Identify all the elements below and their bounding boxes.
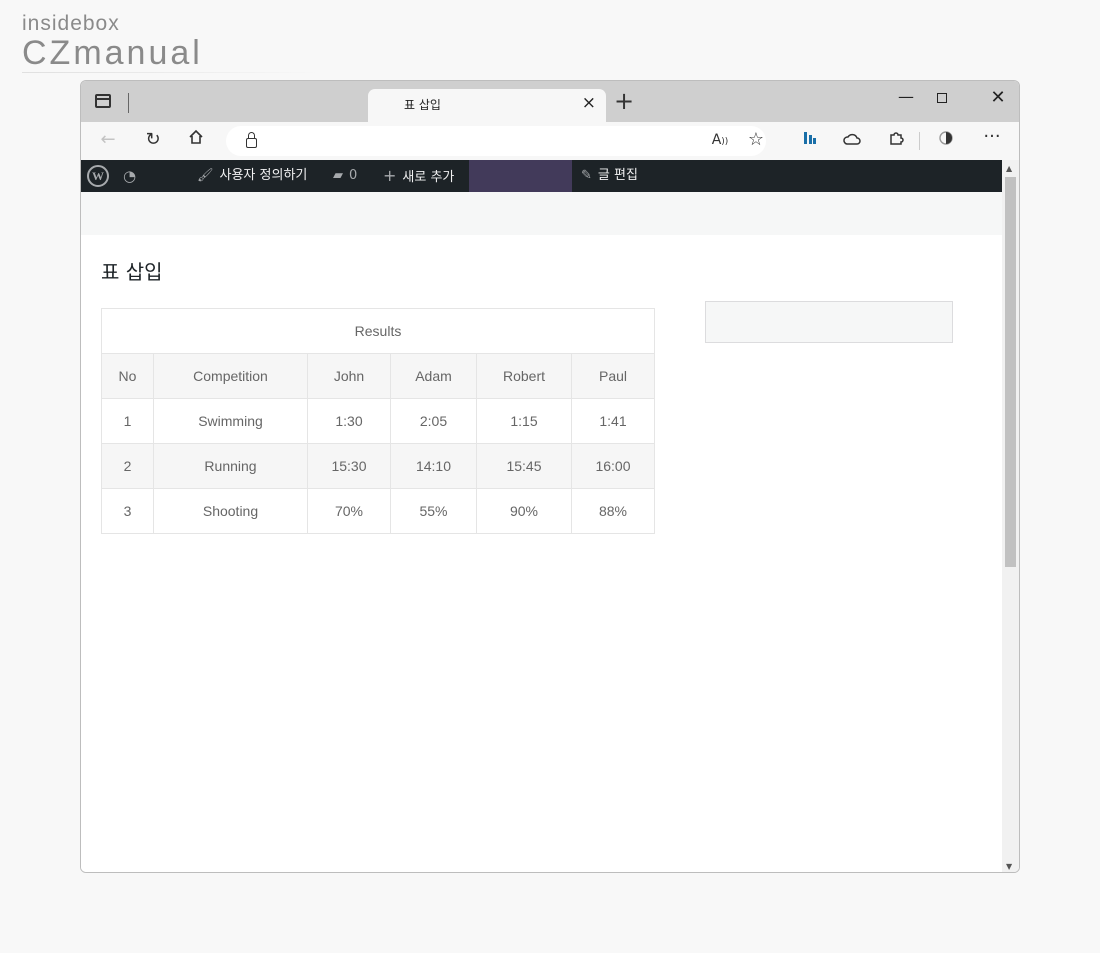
table-cell: 55% (390, 488, 477, 534)
browser-essentials-icon[interactable] (934, 130, 958, 151)
tab-title: 표 삽입 (404, 98, 441, 112)
site-logo: insidebox CZmanual (22, 12, 203, 70)
back-icon[interactable]: ← (96, 129, 120, 150)
more-menu-icon[interactable]: ··· (980, 126, 1004, 147)
table-cell: Shooting (153, 488, 308, 534)
scroll-thumb[interactable] (1005, 177, 1016, 567)
table-cell: 16:00 (571, 443, 655, 489)
table-cell: 1 (101, 398, 154, 444)
table-cell: 3 (101, 488, 154, 534)
plus-icon: + (383, 166, 397, 185)
new-content-label: 새로 추가 (402, 170, 455, 185)
extensions-icon[interactable] (884, 130, 908, 151)
maximize-icon[interactable] (937, 93, 947, 103)
table-header-cell: John (307, 353, 391, 399)
brush-icon: 🖌 (197, 168, 214, 183)
minimize-icon[interactable]: — (891, 87, 921, 106)
customize-button[interactable]: 🖌 사용자 정의하기 (197, 160, 307, 192)
comments-button[interactable]: ▰ 0 (333, 160, 357, 192)
dashboard-icon[interactable]: ◔ (123, 160, 143, 192)
table-header-cell: Paul (571, 353, 655, 399)
toolbar-separator (919, 132, 920, 150)
lock-icon[interactable] (246, 132, 257, 148)
browser-window: 표 삽입 × + — ✕ ← ↻ A)) ☆ ··· W ◔ 🖌 사용자 정의하… (80, 80, 1020, 873)
table-cell: Swimming (153, 398, 308, 444)
table-row: 1 Swimming 1:30 2:05 1:15 1:41 (101, 398, 655, 444)
table-header-cell: No (101, 353, 154, 399)
table-header-cell: Robert (476, 353, 572, 399)
table-cell: 2:05 (390, 398, 477, 444)
table-cell: 1:41 (571, 398, 655, 444)
reload-icon[interactable]: ↻ (141, 129, 165, 150)
tab-actions-icon[interactable] (95, 94, 111, 108)
logo-underline (22, 72, 322, 73)
scroll-up-icon[interactable]: ▲ (1006, 164, 1012, 173)
page-content: 표 삽입 Results No Competition John Adam Ro… (81, 192, 1004, 872)
table-cell: 1:15 (476, 398, 572, 444)
table-header-cell: Adam (390, 353, 477, 399)
table-cell: 70% (307, 488, 391, 534)
logo-main-text: CZmanual (22, 34, 203, 72)
wp-highlight-item[interactable] (469, 160, 572, 192)
edit-post-button[interactable]: ✎ 글 편집 (581, 160, 638, 192)
table-caption: Results (101, 308, 655, 354)
extension-bars-icon[interactable] (798, 130, 822, 151)
add-favorite-icon[interactable]: ☆ (744, 129, 768, 150)
sidebar-box[interactable] (705, 301, 953, 343)
table-cell: 1:30 (307, 398, 391, 444)
page-header-band (81, 192, 1004, 235)
tab-bar: 표 삽입 × + — ✕ (81, 81, 1019, 122)
cloud-icon[interactable] (840, 130, 864, 151)
table-cell: Running (153, 443, 308, 489)
scroll-down-icon[interactable]: ▼ (1006, 862, 1012, 871)
browser-toolbar: ← ↻ A)) ☆ ··· (81, 122, 1019, 160)
table-cell: 90% (476, 488, 572, 534)
read-aloud-icon[interactable]: A)) (708, 132, 732, 148)
new-content-button[interactable]: + 새로 추가 (383, 160, 454, 192)
comments-count: 0 (349, 168, 358, 183)
page-scrollbar[interactable]: ▲ ▼ (1002, 160, 1019, 872)
tab-close-icon[interactable]: × (582, 93, 596, 113)
customize-label: 사용자 정의하기 (219, 168, 308, 183)
table-cell: 15:45 (476, 443, 572, 489)
wordpress-logo-icon[interactable]: W (87, 165, 109, 187)
table-row: 2 Running 15:30 14:10 15:45 16:00 (101, 443, 655, 489)
logo-top-text: insidebox (22, 12, 120, 35)
tab-active[interactable]: 표 삽입 × (368, 89, 606, 122)
edit-post-label: 글 편집 (597, 168, 638, 183)
page-title: 표 삽입 (101, 260, 163, 284)
comment-icon: ▰ (333, 168, 343, 183)
results-table: Results No Competition John Adam Robert … (101, 308, 655, 534)
tab-separator (128, 93, 129, 113)
home-icon[interactable] (184, 129, 208, 150)
pencil-icon: ✎ (581, 168, 592, 183)
table-cell: 14:10 (390, 443, 477, 489)
table-row: 3 Shooting 70% 55% 90% 88% (101, 488, 655, 534)
table-cell: 15:30 (307, 443, 391, 489)
wp-admin-bar: W ◔ 🖌 사용자 정의하기 ▰ 0 + 새로 추가 ✎ 글 편집 (81, 160, 1004, 192)
table-header-cell: Competition (153, 353, 308, 399)
address-bar[interactable] (226, 126, 766, 156)
table-cell: 2 (101, 443, 154, 489)
window-close-icon[interactable]: ✕ (983, 87, 1013, 108)
new-tab-icon[interactable]: + (614, 89, 634, 113)
table-cell: 88% (571, 488, 655, 534)
